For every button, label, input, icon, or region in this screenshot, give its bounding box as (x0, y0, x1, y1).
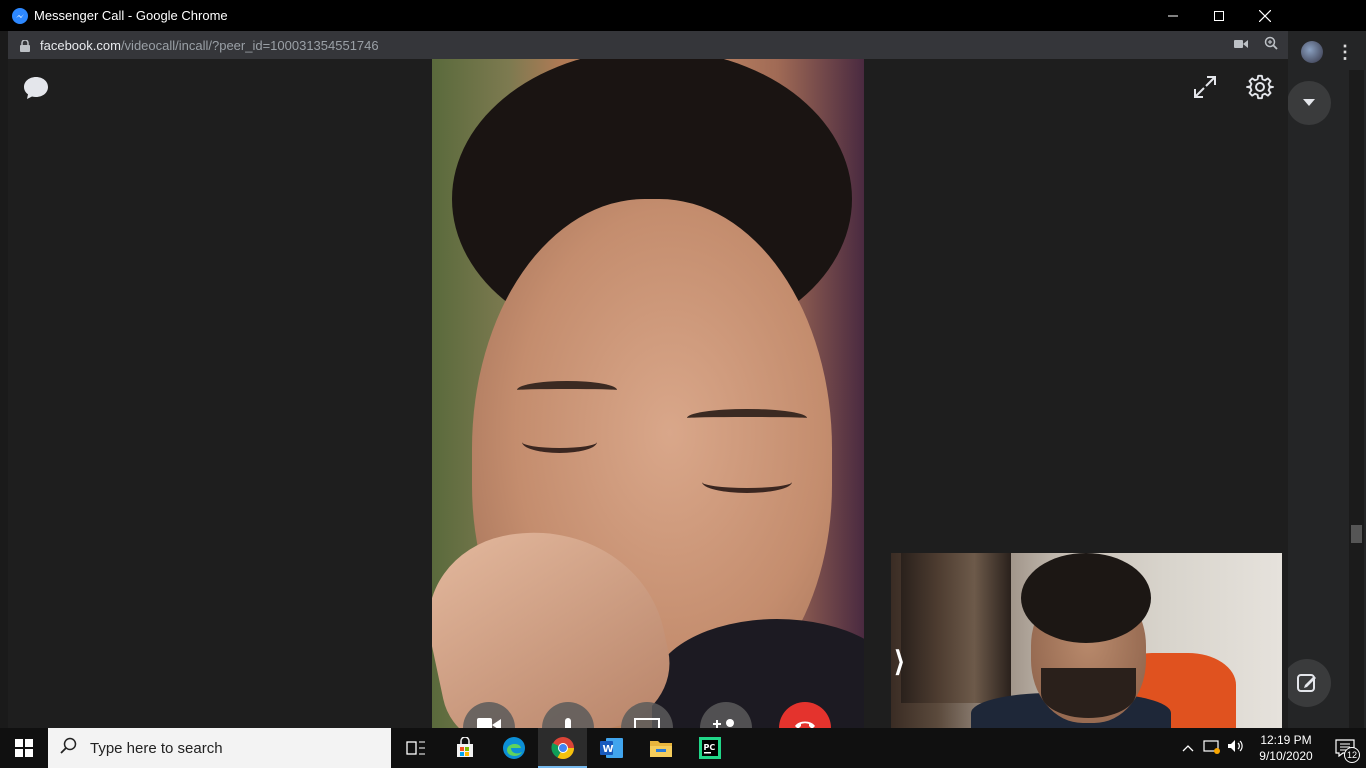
remote-video-feed (432, 59, 864, 728)
volume-icon[interactable] (1224, 738, 1248, 759)
address-bar[interactable]: facebook.com/videocall/incall/?peer_id=1… (8, 31, 1288, 59)
clock-time: 12:19 PM (1260, 733, 1312, 747)
screen-share-icon[interactable] (621, 702, 673, 728)
minimize-button[interactable] (1150, 0, 1196, 31)
taskbar-clock[interactable]: 12:19 PM 9/10/2020 (1248, 732, 1324, 764)
lock-icon[interactable] (20, 39, 30, 52)
window-title: Messenger Call - Google Chrome (34, 8, 228, 23)
task-view-icon[interactable] (391, 728, 440, 768)
word-icon[interactable]: W (587, 728, 636, 768)
new-message-icon[interactable] (1283, 659, 1331, 707)
notification-center-icon[interactable]: 12 (1324, 739, 1366, 763)
messenger-icon (12, 7, 28, 24)
camera-icon[interactable] (1234, 36, 1248, 54)
search-icon (60, 737, 78, 760)
add-person-icon[interactable] (700, 702, 752, 728)
edge-icon[interactable] (489, 728, 538, 768)
svg-text:W: W (602, 744, 613, 755)
svg-text:PC: PC (703, 743, 715, 752)
microphone-icon[interactable] (542, 702, 594, 728)
close-button[interactable] (1242, 0, 1288, 31)
store-icon[interactable] (440, 728, 489, 768)
maximize-button[interactable] (1196, 0, 1242, 31)
notification-badge: 12 (1344, 747, 1360, 763)
chat-bubble-icon[interactable] (22, 74, 50, 107)
account-dropdown-icon[interactable] (1287, 81, 1331, 125)
self-video-preview[interactable]: ⟩ (891, 553, 1282, 728)
system-tray: 12:19 PM 9/10/2020 12 (1176, 728, 1366, 768)
scrollbar-thumb[interactable] (1351, 525, 1362, 543)
chrome-menu-icon[interactable]: ⋮ (1336, 42, 1354, 63)
chevron-up-icon[interactable] (1176, 739, 1200, 757)
file-explorer-icon[interactable] (636, 728, 685, 768)
taskbar-search-box[interactable]: Type here to search (48, 728, 391, 768)
page-scrollbar[interactable] (1349, 70, 1364, 728)
zoom-icon[interactable] (1264, 36, 1278, 55)
end-call-icon[interactable] (779, 702, 831, 728)
windows-start-icon[interactable] (0, 728, 48, 768)
expand-icon[interactable] (1192, 74, 1218, 105)
settings-gear-icon[interactable] (1246, 73, 1274, 106)
window-titlebar: Messenger Call - Google Chrome (0, 0, 1366, 31)
windows-taskbar: Type here to search W PC 12:19 PM 9/10/2… (0, 728, 1366, 768)
video-camera-icon[interactable] (463, 702, 515, 728)
search-placeholder: Type here to search (90, 739, 223, 757)
pycharm-icon[interactable]: PC (685, 728, 734, 768)
profile-avatar[interactable] (1301, 41, 1323, 63)
collapse-preview-icon[interactable]: ⟩ (894, 645, 905, 678)
call-controls (432, 700, 864, 728)
network-icon[interactable] (1200, 738, 1224, 759)
chrome-icon[interactable] (538, 728, 587, 768)
clock-date: 9/10/2020 (1259, 749, 1313, 763)
url-text[interactable]: facebook.com/videocall/incall/?peer_id=1… (40, 38, 379, 53)
